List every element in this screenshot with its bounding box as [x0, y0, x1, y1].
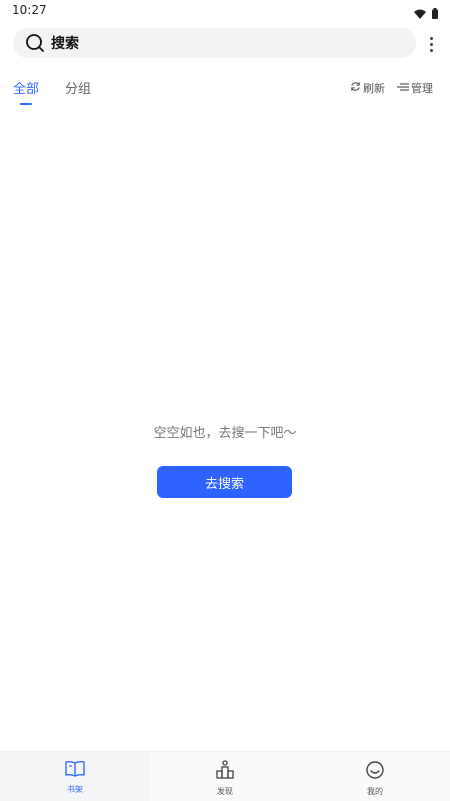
bottom-nav: 书架 发现 我的	[0, 751, 450, 801]
manage-icon	[397, 82, 409, 95]
manage-button[interactable]: 管理	[397, 80, 433, 96]
go-search-button[interactable]: 去搜索	[157, 466, 292, 498]
smile-icon	[365, 760, 385, 784]
search-icon	[25, 33, 45, 53]
nav-label-bookshelf: 书架	[67, 785, 83, 794]
refresh-button[interactable]: 刷新	[350, 80, 385, 96]
nav-item-mine[interactable]: 我的	[300, 752, 450, 801]
status-time: 10:27	[12, 3, 47, 17]
wifi-icon	[414, 4, 426, 23]
refresh-icon	[350, 81, 361, 95]
battery-icon	[432, 4, 438, 23]
tab-group[interactable]: 分组	[65, 78, 91, 103]
nav-label-mine: 我的	[367, 787, 383, 796]
status-icons	[414, 4, 438, 23]
nav-label-discover: 发现	[217, 787, 233, 796]
nav-item-discover[interactable]: 发现	[150, 752, 300, 801]
more-vert-icon[interactable]	[424, 33, 438, 55]
status-bar: 10:27	[0, 0, 450, 22]
manage-label: 管理	[411, 82, 433, 95]
nav-item-bookshelf[interactable]: 书架	[0, 752, 150, 801]
search-label: 搜索	[51, 36, 79, 52]
refresh-label: 刷新	[363, 82, 385, 95]
tabs: 全部 分组	[13, 78, 91, 103]
search-input[interactable]: 搜索	[13, 28, 416, 58]
book-icon	[65, 760, 85, 782]
tab-all[interactable]: 全部	[13, 78, 39, 103]
toolbar-actions: 刷新 管理	[350, 80, 433, 96]
empty-state-message: 空空如也，去搜一下吧～	[153, 426, 297, 441]
discover-icon	[215, 760, 235, 784]
